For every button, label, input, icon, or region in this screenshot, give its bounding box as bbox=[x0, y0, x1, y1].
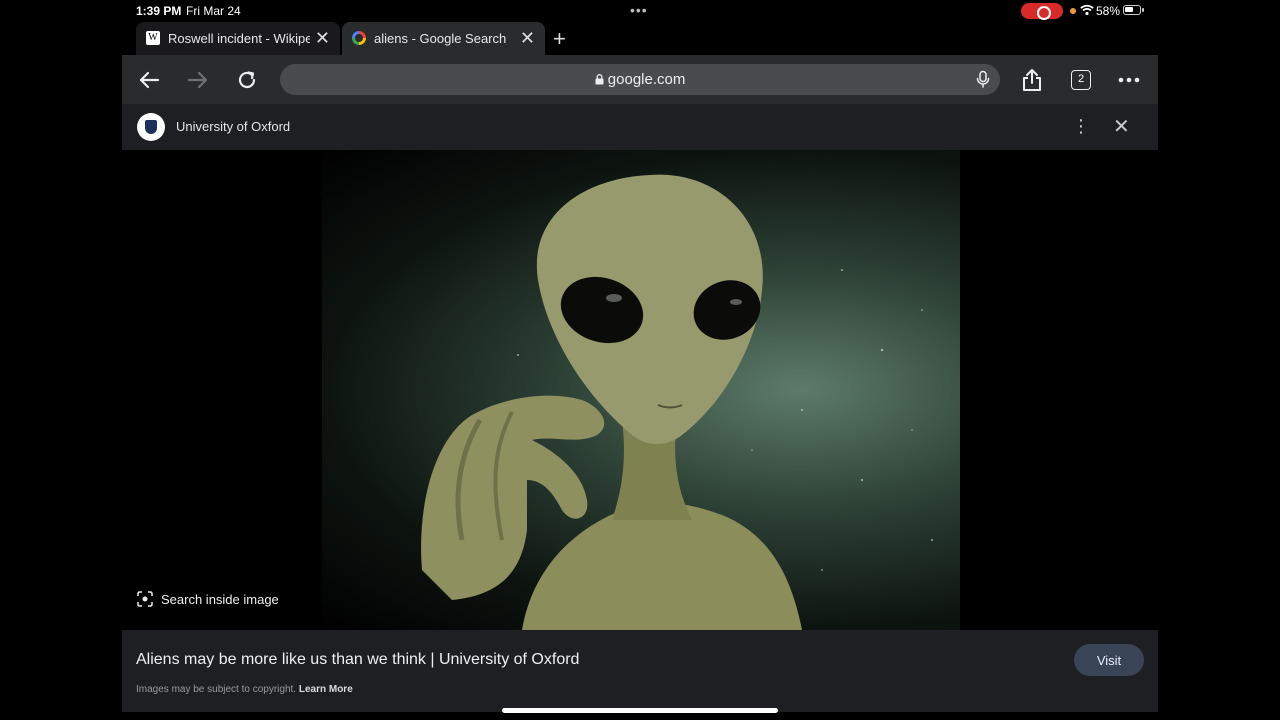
back-button[interactable] bbox=[136, 67, 162, 93]
multitasking-dots-icon[interactable]: ••• bbox=[630, 2, 648, 18]
wikipedia-favicon-icon: W bbox=[146, 31, 160, 45]
more-options-button[interactable] bbox=[1116, 67, 1142, 93]
search-inside-image-label: Search inside image bbox=[161, 591, 279, 607]
image-viewer-header: University of Oxford ⋮ ✕ bbox=[122, 104, 1158, 150]
home-indicator[interactable] bbox=[502, 708, 778, 713]
lock-icon bbox=[595, 74, 604, 85]
google-favicon-icon bbox=[352, 31, 366, 45]
visit-button[interactable]: Visit bbox=[1074, 644, 1144, 676]
learn-more-link[interactable]: Learn More bbox=[299, 684, 353, 695]
close-icon[interactable]: ✕ bbox=[1113, 114, 1130, 139]
more-vertical-icon[interactable]: ⋮ bbox=[1072, 116, 1090, 137]
search-inside-image-button[interactable]: Search inside image bbox=[137, 591, 279, 607]
forward-button[interactable] bbox=[185, 67, 211, 93]
arrow-left-icon bbox=[139, 71, 160, 89]
close-tab-icon[interactable]: ✕ bbox=[315, 28, 330, 48]
alien-image[interactable] bbox=[322, 150, 960, 630]
result-title[interactable]: Aliens may be more like us than we think… bbox=[136, 651, 579, 669]
screen-record-icon bbox=[1021, 3, 1063, 20]
wifi-icon bbox=[1080, 4, 1094, 16]
reload-button[interactable] bbox=[234, 67, 260, 93]
status-bar: 1:39 PM Fri Mar 24 ••• 58% bbox=[0, 0, 1280, 22]
tab-roswell-incident[interactable]: W Roswell incident - Wikipedia ✕ bbox=[136, 22, 340, 55]
reload-icon bbox=[238, 71, 256, 89]
tab-aliens-google-search[interactable]: aliens - Google Search ✕ bbox=[342, 22, 545, 55]
alien-illustration bbox=[421, 174, 933, 630]
google-lens-icon bbox=[137, 591, 153, 607]
arrow-right-icon bbox=[187, 71, 208, 89]
new-tab-button[interactable]: + bbox=[553, 26, 566, 52]
copyright-notice: Images may be subject to copyright. Lear… bbox=[136, 684, 353, 695]
source-site-name[interactable]: University of Oxford bbox=[176, 119, 290, 134]
battery-percentage: 58% bbox=[1096, 4, 1121, 18]
tab-title: aliens - Google Search bbox=[374, 31, 507, 46]
status-time: 1:39 PM bbox=[136, 4, 182, 18]
address-bar[interactable]: google.com bbox=[280, 64, 1000, 95]
image-result-footer: Aliens may be more like us than we think… bbox=[122, 630, 1158, 712]
browser-toolbar: google.com 2 bbox=[122, 55, 1158, 104]
microphone-icon[interactable] bbox=[974, 70, 992, 88]
url-text: google.com bbox=[607, 71, 686, 88]
status-date: Fri Mar 24 bbox=[186, 4, 241, 18]
image-preview-area: Search inside image bbox=[122, 150, 1158, 630]
tab-switcher-button[interactable]: 2 bbox=[1071, 70, 1091, 90]
share-button[interactable] bbox=[1019, 67, 1045, 93]
more-horizontal-icon bbox=[1118, 77, 1140, 83]
share-icon bbox=[1023, 69, 1041, 91]
oxford-logo-icon bbox=[137, 113, 165, 141]
url-display: google.com bbox=[280, 71, 1000, 88]
copyright-text: Images may be subject to copyright. bbox=[136, 684, 297, 695]
battery-icon bbox=[1123, 5, 1144, 15]
tab-title: Roswell incident - Wikipedia bbox=[168, 31, 310, 46]
close-tab-icon[interactable]: ✕ bbox=[520, 28, 535, 48]
mic-in-use-indicator bbox=[1070, 8, 1076, 14]
